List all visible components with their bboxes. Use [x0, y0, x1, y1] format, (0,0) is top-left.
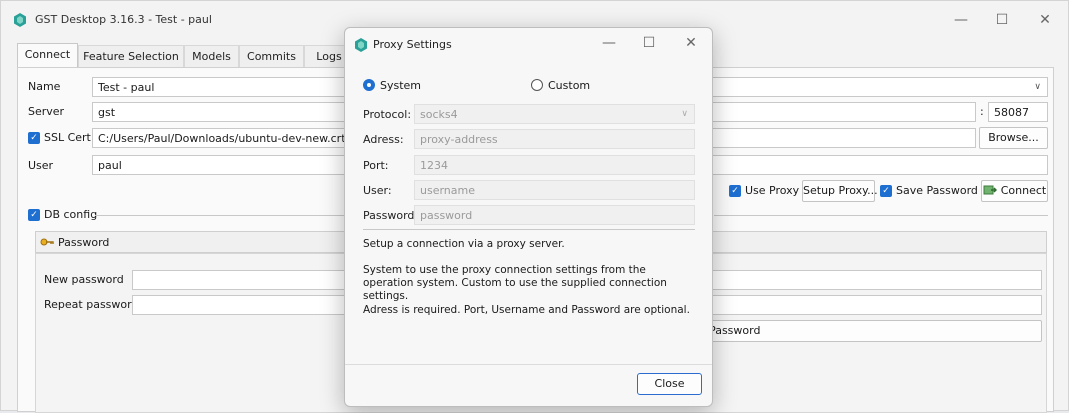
- dialog-maximize-button[interactable]: ☐: [629, 30, 669, 56]
- proxy-password-label: Password:: [363, 209, 419, 222]
- setup-proxy-button[interactable]: Setup Proxy...: [802, 180, 878, 202]
- proxy-user-input[interactable]: username: [414, 180, 695, 200]
- maximize-button[interactable]: ☐: [982, 7, 1022, 33]
- close-button[interactable]: ✕: [1025, 7, 1065, 33]
- save-password-label: Save Password: [896, 184, 978, 197]
- chevron-down-icon: ∨: [681, 109, 688, 119]
- server-label: Server: [28, 105, 65, 118]
- system-radio-label: System: [380, 79, 422, 92]
- close-dialog-button[interactable]: Close: [637, 373, 702, 395]
- dialog-footer-divider: [345, 364, 712, 365]
- proxy-port-input[interactable]: 1234: [414, 155, 695, 175]
- connect-icon: [983, 185, 997, 195]
- use-proxy-checkbox[interactable]: ✓: [729, 185, 741, 197]
- address-input[interactable]: proxy-address: [414, 129, 695, 149]
- proxy-user-label: User:: [363, 184, 392, 197]
- app-logo-icon: [14, 13, 26, 27]
- sslcert-checkbox[interactable]: ✓: [28, 132, 40, 144]
- new-password-label: New password: [44, 273, 124, 286]
- tab-feature-selection[interactable]: Feature Selection: [78, 45, 184, 67]
- db-config-divider: [95, 215, 347, 216]
- dialog-minimize-button[interactable]: —: [589, 30, 629, 56]
- protocol-label: Protocol:: [363, 108, 412, 121]
- name-label: Name: [28, 80, 61, 93]
- system-radio[interactable]: [363, 79, 375, 91]
- dialog-title: Proxy Settings: [373, 38, 452, 51]
- db-config-divider-right: [714, 215, 1048, 216]
- key-icon: [40, 238, 54, 246]
- port-label: Port:: [363, 159, 389, 172]
- name-value: Test - paul: [98, 81, 155, 94]
- app-logo-icon: [355, 38, 367, 52]
- db-config-checkbox[interactable]: ✓: [28, 209, 40, 221]
- password-section-title: Password: [40, 236, 109, 249]
- port-input[interactable]: 58087: [988, 102, 1048, 122]
- proxy-settings-dialog: Proxy Settings — ☐ ✕ System Custom Proto…: [344, 27, 713, 407]
- minimize-button[interactable]: —: [941, 7, 981, 33]
- save-password-checkbox[interactable]: ✓: [880, 185, 892, 197]
- dialog-divider: [363, 229, 695, 230]
- protocol-value: socks4: [420, 108, 458, 121]
- chevron-down-icon: ∨: [1034, 82, 1041, 92]
- info-text-1: Setup a connection via a proxy server.: [363, 238, 565, 250]
- info-text-2: System to use the proxy connection setti…: [363, 264, 667, 302]
- connect-button[interactable]: Connect: [981, 180, 1048, 202]
- custom-radio[interactable]: [531, 79, 543, 91]
- repeat-password-label: Repeat password: [44, 298, 139, 311]
- protocol-select[interactable]: socks4 ∨: [414, 104, 695, 124]
- use-proxy-label: Use Proxy: [745, 184, 800, 197]
- browse-button[interactable]: Browse...: [979, 127, 1048, 149]
- custom-radio-label: Custom: [548, 79, 591, 92]
- tab-models[interactable]: Models: [184, 45, 239, 67]
- tab-commits[interactable]: Commits: [239, 45, 304, 67]
- address-label: Adress:: [363, 133, 404, 146]
- proxy-password-input[interactable]: password: [414, 205, 695, 225]
- sslcert-label: SSL Cert: [44, 131, 91, 144]
- window-title: GST Desktop 3.16.3 - Test - paul: [35, 13, 212, 26]
- dialog-close-button[interactable]: ✕: [671, 30, 711, 56]
- db-config-label: DB config: [44, 208, 98, 221]
- info-text-3: Adress is required. Port, Username and P…: [363, 304, 690, 316]
- connect-button-label: Connect: [1000, 184, 1047, 197]
- port-separator: :: [980, 105, 984, 118]
- user-label: User: [28, 159, 54, 172]
- tab-connect[interactable]: Connect: [17, 43, 78, 67]
